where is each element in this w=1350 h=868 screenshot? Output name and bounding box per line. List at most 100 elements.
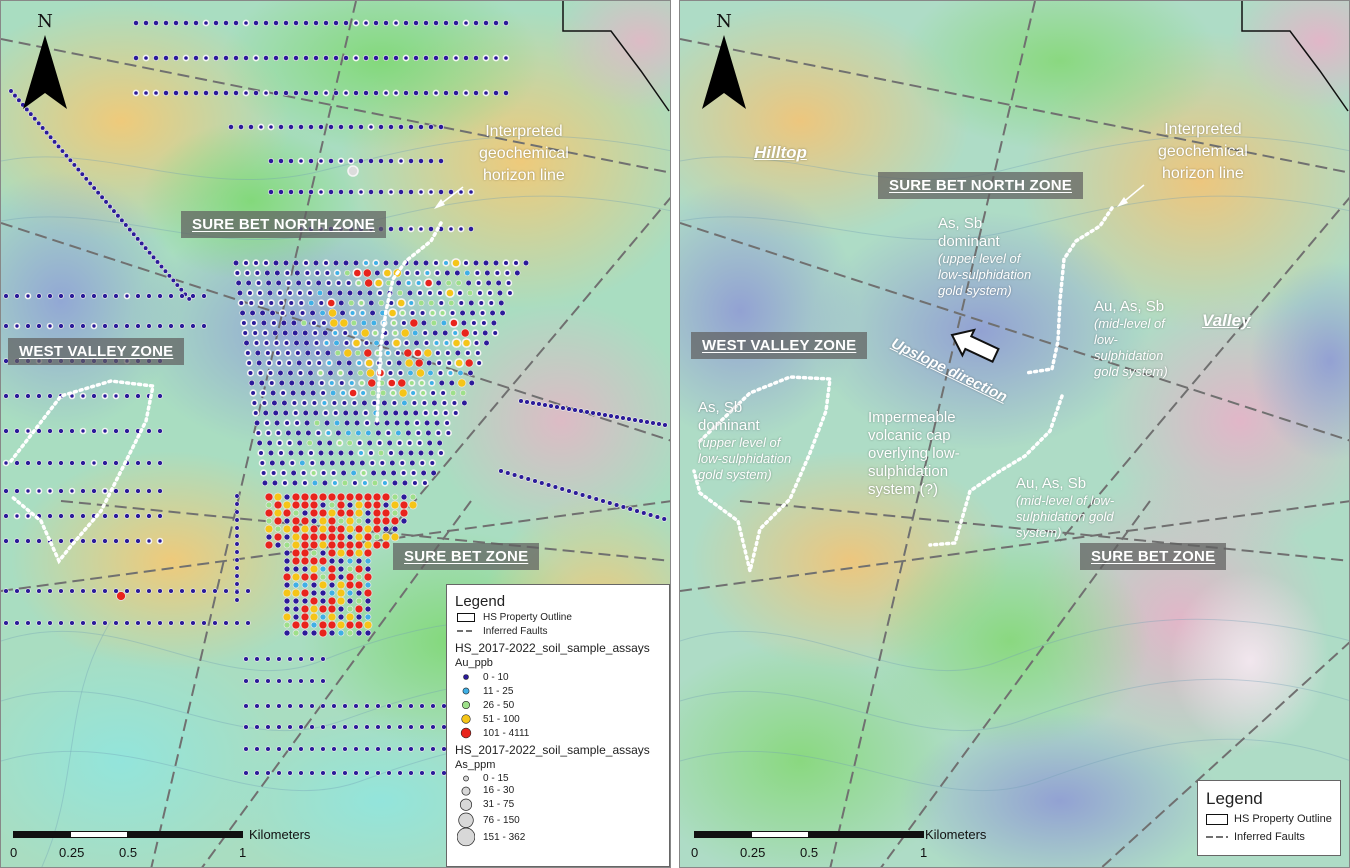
soil-sample-point — [132, 89, 140, 97]
soil-sample-point — [316, 369, 325, 377]
soil-sample-point — [584, 409, 590, 415]
soil-sample-point — [291, 492, 301, 502]
soil-sample-point — [298, 724, 304, 730]
soil-sample-point — [309, 500, 319, 510]
soil-sample-point — [146, 588, 152, 594]
soil-sample-point — [318, 124, 324, 130]
as-class-swatch-icon — [455, 798, 477, 811]
soil-sample-point — [350, 319, 358, 327]
soil-sample-point — [47, 134, 54, 140]
soil-sample-point — [337, 157, 345, 165]
soil-sample-point — [242, 19, 250, 27]
soil-sample-point — [327, 572, 337, 582]
soil-sample-point — [418, 158, 424, 164]
soil-sample-point — [396, 359, 403, 367]
soil-sample-point — [274, 349, 282, 357]
soil-sample-point — [193, 55, 199, 61]
soil-sample-point — [287, 449, 295, 457]
note-line: Au, As, Sb — [1094, 298, 1165, 315]
soil-sample-point — [382, 409, 389, 417]
soil-sample-point — [292, 605, 300, 613]
soil-sample-point — [392, 409, 399, 417]
soil-sample-point — [320, 703, 326, 709]
note-line: gold system) — [1094, 364, 1168, 379]
soil-sample-point — [113, 513, 119, 519]
soil-sample-point — [297, 299, 305, 307]
note-line: (mid-level of low- — [1016, 493, 1115, 508]
soil-sample-point — [435, 359, 443, 367]
soil-sample-point — [638, 418, 644, 424]
soil-sample-point — [369, 309, 376, 317]
soil-sample-point — [91, 588, 97, 594]
soil-sample-point — [300, 548, 310, 558]
soil-sample-point — [356, 439, 364, 447]
soil-sample-point — [433, 419, 441, 427]
soil-sample-point — [360, 469, 368, 477]
north-arrow: N — [23, 13, 67, 114]
soil-sample-point — [3, 488, 9, 494]
legend-row-as-class: 31 - 75 — [455, 797, 661, 812]
soil-sample-point — [443, 90, 449, 96]
soil-sample-point — [433, 55, 439, 61]
soil-sample-point — [356, 289, 364, 297]
soil-sample-point — [59, 148, 66, 154]
soil-sample-point — [348, 124, 354, 130]
right-map-panel[interactable]: N Hilltop Valley SURE BET NORTH ZONE WES… — [679, 0, 1350, 868]
soil-sample-point — [319, 589, 327, 597]
soil-sample-point — [336, 289, 344, 297]
legend-row-au-class: 11 - 25 — [455, 684, 661, 698]
soil-sample-point — [318, 516, 328, 526]
soil-sample-point — [434, 349, 442, 357]
soil-sample-point — [241, 329, 249, 337]
soil-sample-point — [309, 572, 319, 582]
soil-sample-point — [346, 501, 354, 509]
soil-sample-point — [272, 329, 279, 337]
soil-sample-point — [334, 349, 341, 357]
soil-sample-point — [234, 565, 240, 571]
soil-sample-point — [16, 97, 22, 103]
soil-sample-point — [301, 565, 309, 573]
soil-sample-point — [283, 557, 291, 565]
soil-sample-point — [368, 189, 374, 195]
soil-sample-point — [310, 621, 318, 629]
soil-sample-point — [428, 124, 434, 130]
soil-sample-point — [290, 399, 299, 407]
soil-sample-point — [233, 269, 241, 277]
soil-sample-point — [69, 293, 75, 299]
soil-sample-point — [279, 459, 286, 467]
soil-sample-point — [102, 460, 108, 466]
soil-sample-point — [309, 492, 319, 502]
soil-sample-point — [505, 279, 513, 287]
soil-sample-point — [157, 488, 163, 494]
soil-sample-point — [438, 379, 445, 387]
soil-sample-point — [309, 524, 319, 534]
soil-sample-point — [292, 597, 300, 605]
soil-sample-point — [412, 348, 423, 358]
soil-sample-point — [281, 399, 288, 407]
soil-sample-point — [398, 189, 404, 195]
soil-sample-point — [124, 588, 130, 594]
soil-sample-point — [451, 329, 459, 337]
soil-sample-point — [309, 556, 319, 566]
soil-sample-point — [163, 55, 169, 61]
soil-sample-point — [113, 323, 119, 329]
soil-sample-point — [363, 548, 373, 558]
soil-sample-point — [55, 143, 62, 150]
soil-sample-point — [203, 90, 209, 96]
soil-sample-point — [372, 524, 382, 534]
note-south: Au, As, Sb (mid-level of low- sulphidati… — [1016, 475, 1114, 541]
soil-sample-point — [255, 279, 263, 287]
soil-sample-point — [68, 487, 76, 495]
soil-sample-point — [386, 703, 392, 709]
soil-sample-point — [355, 613, 363, 621]
soil-sample-point — [421, 479, 429, 487]
soil-sample-point — [375, 703, 381, 709]
soil-sample-point — [328, 379, 336, 387]
soil-sample-point — [102, 513, 108, 519]
soil-sample-point — [145, 537, 153, 545]
soil-sample-point — [465, 279, 472, 287]
left-map-panel[interactable]: N SURE BET NORTH ZONE WEST VALLEY ZONE S… — [0, 0, 671, 868]
soil-sample-point — [336, 580, 346, 590]
soil-sample-point — [2, 459, 10, 467]
soil-sample-point — [273, 55, 279, 61]
